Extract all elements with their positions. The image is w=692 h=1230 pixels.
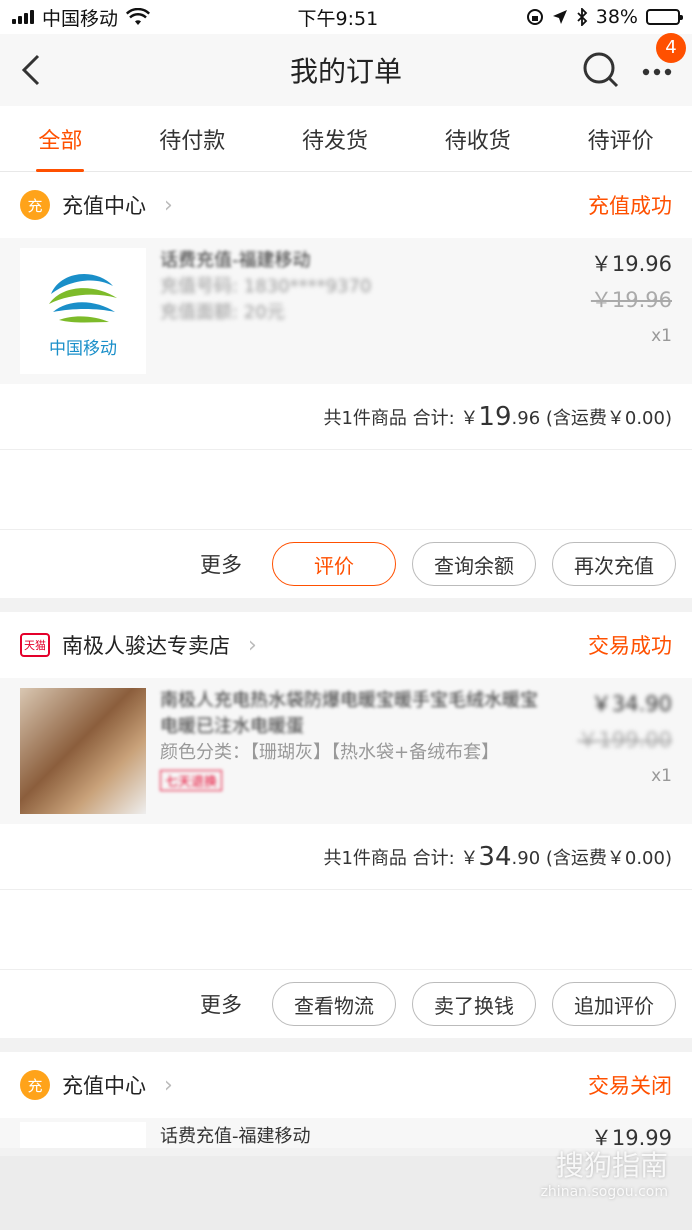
shop-header[interactable]: 天猫 南极人骏达专卖店 › 交易成功 bbox=[0, 612, 692, 678]
item-info: 南极人充电热水袋防爆电暖宝暖手宝毛绒水暖宝电暖已注水电暖蛋 颜色分类：【珊瑚灰】… bbox=[146, 688, 562, 814]
battery-percent: 38% bbox=[595, 6, 638, 28]
tab-pending-payment[interactable]: 待付款 bbox=[159, 106, 225, 172]
china-mobile-logo-icon bbox=[49, 273, 117, 322]
signal-icon bbox=[12, 10, 34, 24]
shop-info: 充 充值中心 › bbox=[20, 1070, 173, 1100]
more-menu-button[interactable]: 4 bbox=[642, 32, 686, 80]
item-title: 话费充值-福建移动 bbox=[160, 1126, 311, 1147]
battery-icon bbox=[645, 9, 683, 25]
thumbnail-caption: 中国移动 bbox=[49, 338, 117, 359]
item-original-price: ￥19.96 bbox=[590, 288, 672, 312]
shop-header[interactable]: 充 充值中心 › 充值成功 bbox=[0, 172, 692, 238]
order-actions: 更多 查看物流 卖了换钱 追加评价 bbox=[0, 970, 692, 1038]
order-summary: 共1件商品 合计: ￥ 34 .90 (含运费￥0.00) bbox=[0, 824, 692, 890]
tab-pending-shipment[interactable]: 待发货 bbox=[302, 106, 368, 172]
summary-amount: 34 bbox=[478, 841, 512, 872]
notification-badge: 4 bbox=[656, 32, 686, 63]
summary-amount: 19 bbox=[478, 401, 512, 432]
tab-pending-review[interactable]: 待评价 bbox=[588, 106, 654, 172]
spacer bbox=[0, 890, 692, 970]
add-review-button[interactable]: 追加评价 bbox=[552, 982, 676, 1026]
product-thumbnail: 中国移动 bbox=[20, 248, 146, 374]
summary-prefix: 共1件商品 合计: ￥ bbox=[323, 847, 479, 869]
nav-actions: 4 bbox=[582, 32, 686, 89]
rotation-lock-icon bbox=[526, 9, 543, 25]
product-thumbnail bbox=[20, 688, 146, 814]
item-quantity: x1 bbox=[651, 326, 672, 346]
shop-header[interactable]: 充 充值中心 › 交易关闭 bbox=[0, 1052, 692, 1118]
more-link[interactable]: 更多 bbox=[200, 549, 242, 579]
return-policy-tag: 七天退换 bbox=[160, 770, 223, 791]
location-icon bbox=[552, 10, 567, 24]
status-right: 38% bbox=[526, 6, 683, 28]
item-price-block: ￥34.90 ￥199.00 x1 bbox=[562, 688, 672, 814]
tab-all[interactable]: 全部 bbox=[36, 106, 85, 172]
status-time: 下午9:51 bbox=[297, 7, 379, 30]
chevron-right-icon: › bbox=[248, 632, 257, 658]
order-status: 交易成功 bbox=[588, 634, 672, 658]
order-item[interactable]: 中国移动 话费充值-福建移动 充值号码: 1830****9370 充值面额: … bbox=[0, 238, 692, 384]
summary-prefix: 共1件商品 合计: ￥ bbox=[323, 407, 479, 429]
chevron-right-icon: › bbox=[164, 1072, 173, 1098]
item-info: 话费充值-福建移动 bbox=[146, 1122, 562, 1147]
shop-name: 充值中心 bbox=[62, 194, 146, 218]
item-variant: 颜色分类：【珊瑚灰】【热水袋+备绒布套】 bbox=[160, 742, 500, 763]
shop-info: 充 充值中心 › bbox=[20, 190, 173, 220]
order-summary: 共1件商品 合计: ￥ 19 .96 (含运费￥0.00) bbox=[0, 384, 692, 450]
item-title: 话费充值-福建移动 bbox=[160, 250, 311, 271]
item-original-price: ￥199.00 bbox=[577, 728, 672, 752]
item-title: 南极人充电热水袋防爆电暖宝暖手宝毛绒水暖宝电暖已注水电暖蛋 bbox=[160, 690, 538, 737]
back-icon[interactable] bbox=[20, 52, 44, 88]
watermark-url: zhinan.sogou.com bbox=[540, 1184, 668, 1200]
wifi-icon bbox=[126, 8, 151, 25]
item-detail: 充值面额: 20元 bbox=[160, 302, 285, 323]
status-bar: 中国移动 下午9:51 38% bbox=[0, 0, 692, 34]
order-actions: 更多 评价 查询余额 再次充值 bbox=[0, 530, 692, 598]
item-detail: 充值号码: 1830****9370 bbox=[160, 276, 372, 297]
product-thumbnail bbox=[20, 1122, 146, 1148]
more-link[interactable]: 更多 bbox=[200, 989, 242, 1019]
order-status: 交易关闭 bbox=[588, 1074, 672, 1098]
spacer bbox=[0, 450, 692, 530]
item-info: 话费充值-福建移动 充值号码: 1830****9370 充值面额: 20元 bbox=[146, 248, 562, 374]
order-card: 充 充值中心 › 充值成功 中国移动 话费充值-福建移动 充值号码: 1830*… bbox=[0, 172, 692, 598]
resell-button[interactable]: 卖了换钱 bbox=[412, 982, 536, 1026]
item-price-block: ￥19.96 ￥19.96 x1 bbox=[562, 248, 672, 374]
order-card: 天猫 南极人骏达专卖店 › 交易成功 南极人充电热水袋防爆电暖宝暖手宝毛绒水暖宝… bbox=[0, 612, 692, 1038]
item-quantity: x1 bbox=[651, 766, 672, 786]
shop-info: 天猫 南极人骏达专卖店 › bbox=[20, 630, 257, 660]
shop-name: 南极人骏达专卖店 bbox=[62, 634, 230, 658]
order-item[interactable]: 南极人充电热水袋防爆电暖宝暖手宝毛绒水暖宝电暖已注水电暖蛋 颜色分类：【珊瑚灰】… bbox=[0, 678, 692, 824]
nav-bar: 我的订单 4 bbox=[0, 32, 692, 106]
bluetooth-icon bbox=[577, 8, 588, 26]
more-icon bbox=[642, 68, 672, 75]
shop-name: 充值中心 bbox=[62, 1074, 146, 1098]
review-button[interactable]: 评价 bbox=[272, 542, 396, 586]
summary-suffix: .96 (含运费￥0.00) bbox=[511, 407, 672, 429]
search-icon[interactable] bbox=[582, 51, 620, 89]
carrier-label: 中国移动 bbox=[42, 7, 119, 30]
summary-suffix: .90 (含运费￥0.00) bbox=[511, 847, 672, 869]
recharge-icon: 充 bbox=[20, 190, 50, 220]
recharge-icon: 充 bbox=[20, 1070, 50, 1100]
item-price: ￥34.90 bbox=[590, 692, 672, 716]
check-balance-button[interactable]: 查询余额 bbox=[412, 542, 536, 586]
status-left: 中国移动 bbox=[12, 4, 151, 31]
chevron-right-icon: › bbox=[164, 192, 173, 218]
watermark-text: 搜狗指南 bbox=[555, 1149, 668, 1182]
order-card: 充 充值中心 › 交易关闭 话费充值-福建移动 ￥19.99 bbox=[0, 1052, 692, 1148]
tmall-icon: 天猫 bbox=[20, 633, 50, 657]
order-status: 充值成功 bbox=[588, 194, 672, 218]
watermark: 搜狗指南 zhinan.sogou.com bbox=[541, 1144, 668, 1200]
item-price: ￥19.99 bbox=[590, 1126, 672, 1148]
tab-pending-receipt[interactable]: 待收货 bbox=[445, 106, 511, 172]
recharge-again-button[interactable]: 再次充值 bbox=[552, 542, 676, 586]
view-logistics-button[interactable]: 查看物流 bbox=[272, 982, 396, 1026]
order-tabs: 全部 待付款 待发货 待收货 待评价 bbox=[0, 106, 692, 172]
item-price: ￥19.96 bbox=[590, 252, 672, 276]
